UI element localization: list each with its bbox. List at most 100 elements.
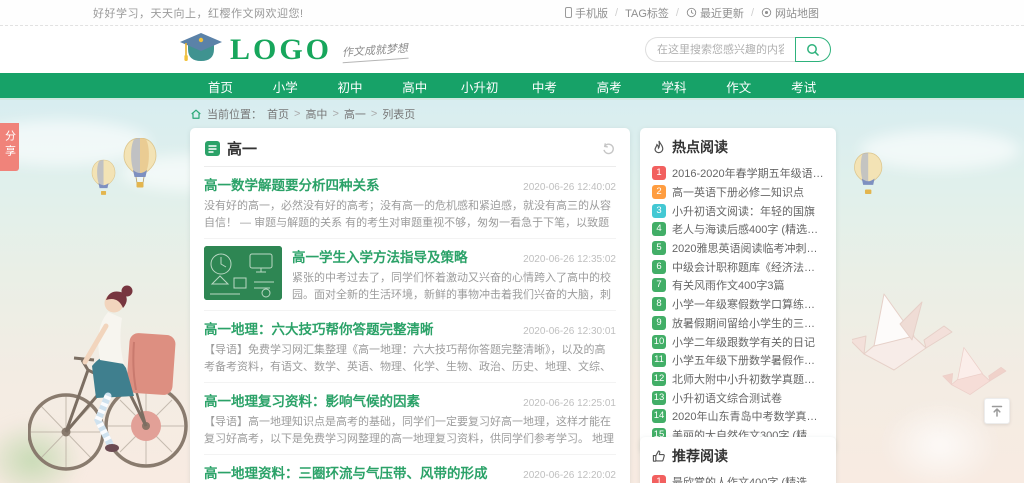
chalkboard-doodle	[204, 246, 282, 300]
breadcrumb-label: 当前位置：	[207, 106, 262, 122]
article-title[interactable]: 高一地理：六大技巧帮你答题完整清晰	[204, 318, 434, 338]
article-title[interactable]: 高一数学解题要分析四种关系	[204, 174, 380, 194]
hot-item[interactable]: 4老人与海读后感400字 (精选3篇)	[652, 220, 824, 239]
rank-badge: 2	[652, 185, 666, 199]
topbar-links: 手机版 / TAG标签 / 最近更新 / 网站地图	[565, 5, 819, 21]
hot-item-text: 放暑假期间留给小学生的三年级英语作文范文	[672, 315, 824, 331]
welcome-text: 好好学习，天天向上，红樱作文网欢迎您!	[93, 5, 304, 21]
recommend-reading-header: 推荐阅读	[652, 446, 824, 466]
hot-item-text: 小学一年级寒假数学口算练习题三篇	[672, 296, 824, 312]
hot-item[interactable]: 2 高一英语下册必修二知识点	[652, 183, 824, 202]
nav-item-gaokao[interactable]: 高考	[577, 73, 642, 100]
nav-item-xiaoshengchu[interactable]: 小升初	[447, 73, 512, 100]
back-to-top-button[interactable]	[984, 398, 1010, 424]
hot-item[interactable]: 3小升初语文阅读：年轻的国旗	[652, 201, 824, 220]
article-excerpt: 【导语】高一地理知识点是高考的基础，同学们一定要复习好高一地理，这样才能在复习好…	[204, 414, 616, 448]
breadcrumb-separator: >	[332, 108, 338, 120]
hot-item-text: 小升初语文综合测试卷	[672, 390, 782, 406]
article-title[interactable]: 高一地理复习资料：影响气候的因素	[204, 390, 420, 410]
breadcrumb-link-grade[interactable]: 高一	[344, 106, 366, 122]
rank-badge: 11	[652, 353, 666, 367]
hot-reading-card: 热点阅读 12016-2020年春学期五年级语文下期末模拟 2 高一英语下册必修二…	[640, 128, 836, 453]
balloons-illustration	[88, 138, 168, 208]
hot-item[interactable]: 12016-2020年春学期五年级语文下期末模拟	[652, 164, 824, 183]
nav-item-home[interactable]: 首页	[188, 73, 253, 100]
breadcrumb-link-home[interactable]: 首页	[267, 106, 289, 122]
hot-reading-title: 热点阅读	[672, 137, 728, 157]
hot-reading-header: 热点阅读	[652, 137, 824, 157]
refresh-button[interactable]	[601, 141, 616, 156]
article-item: 高一地理资料：三圈环流与气压带、风带的形成 2020-06-26 12:20:0…	[204, 455, 616, 483]
rank-badge: 13	[652, 391, 666, 405]
nav-item-primary-school[interactable]: 小学	[253, 73, 318, 100]
page: 好好学习，天天向上，红樱作文网欢迎您! 手机版 / TAG标签 / 最近更新 /…	[0, 0, 1024, 483]
hot-item-text: 小学五年级下册数学暑假作业答案【20-61	[672, 352, 824, 368]
article-item: 高一地理：六大技巧帮你答题完整清晰 2020-06-26 12:30:01 【导…	[204, 311, 616, 383]
breadcrumb-separator: >	[371, 108, 377, 120]
separator: /	[751, 7, 754, 19]
article-date: 2020-06-26 12:35:02	[523, 254, 616, 265]
topbar-link-mobile[interactable]: 手机版	[565, 5, 608, 21]
breadcrumb-link-senior-high[interactable]: 高中	[305, 106, 327, 122]
separator: /	[676, 7, 679, 19]
search-bar	[645, 37, 831, 62]
share-tab[interactable]: 分享	[0, 123, 19, 171]
site-logo[interactable]: LOGO	[178, 31, 332, 69]
rank-badge: 6	[652, 260, 666, 274]
glow	[880, 400, 1000, 483]
nav-item-zhongkao[interactable]: 中考	[512, 73, 577, 100]
home-icon	[190, 108, 202, 120]
hot-item[interactable]: 9放暑假期间留给小学生的三年级英语作文范文	[652, 314, 824, 333]
article-excerpt: 没有好的高一，必然没有好的高考；没有高一的危机感和紧迫感，就没有高三的从容自信！…	[204, 198, 616, 232]
hot-item[interactable]: 12北师大附中小升初数学真题汇编	[652, 370, 824, 389]
recommend-item[interactable]: 1最欣赏的人作文400字 (精选3篇)	[652, 473, 824, 483]
hot-item-text: 小升初语文阅读：年轻的国旗	[672, 203, 815, 219]
recommend-reading-card: 推荐阅读 1最欣赏的人作文400字 (精选3篇) 2关于感恩的中考满分作文600…	[640, 437, 836, 483]
nav-item-senior-high[interactable]: 高中	[382, 73, 447, 100]
graduation-cap-icon	[178, 31, 224, 69]
article-excerpt: 紧张的中考过去了，同学们怀着激动又兴奋的心情跨入了高中的校园。面对全新的生活环境…	[292, 270, 616, 304]
nav-item-junior-high[interactable]: 初中	[318, 73, 383, 100]
article-title[interactable]: 高一地理资料：三圈环流与气压带、风带的形成	[204, 462, 488, 482]
rank-badge: 10	[652, 335, 666, 349]
hot-item[interactable]: 142020年山东青岛中考数学真题 (已公布)	[652, 407, 824, 426]
hot-item-text: 2020年山东青岛中考数学真题 (已公布)	[672, 408, 824, 424]
topbar-link-label: TAG标签	[625, 5, 669, 21]
article-item: 高一数学解题要分析四种关系 2020-06-26 12:40:02 没有好的高一…	[204, 167, 616, 239]
hot-item[interactable]: 10小学二年级跟数学有关的日记	[652, 332, 824, 351]
hot-item-text: 2016-2020年春学期五年级语文下期末模拟	[672, 165, 824, 181]
arrow-to-top-icon	[990, 404, 1004, 418]
hot-item-text: 老人与海读后感400字 (精选3篇)	[672, 221, 824, 237]
hot-item[interactable]: 7有关风雨作文400字3篇	[652, 276, 824, 295]
rank-badge: 5	[652, 241, 666, 255]
topbar-link-recent[interactable]: 最近更新	[686, 5, 744, 21]
recommend-item-text: 最欣赏的人作文400字 (精选3篇)	[672, 474, 824, 483]
topbar-link-label: 手机版	[575, 5, 608, 21]
hot-item[interactable]: 13 小升初语文综合测试卷	[652, 388, 824, 407]
hot-item[interactable]: 8 小学一年级寒假数学口算练习题三篇	[652, 295, 824, 314]
topbar-link-tags[interactable]: TAG标签	[625, 5, 669, 21]
search-button[interactable]	[795, 37, 831, 62]
hot-item[interactable]: 6中级会计职称题库《经济法》检测题	[652, 257, 824, 276]
hot-item-text: 高一英语下册必修二知识点	[672, 184, 804, 200]
nav-item-exams[interactable]: 考试	[771, 73, 836, 100]
search-icon	[806, 43, 820, 57]
topbar: 好好学习，天天向上，红樱作文网欢迎您! 手机版 / TAG标签 / 最近更新 /…	[0, 0, 1024, 26]
rank-badge: 8	[652, 297, 666, 311]
phone-icon	[565, 7, 572, 18]
paper-cranes-illustration	[852, 282, 1017, 407]
article-title[interactable]: 高一学生入学方法指导及策略	[292, 246, 468, 266]
hot-item[interactable]: 52020雅思英语阅读临考冲刺试题附答案	[652, 239, 824, 258]
hot-item[interactable]: 11 小学五年级下册数学暑假作业答案【20-61	[652, 351, 824, 370]
article-thumbnail[interactable]	[204, 246, 282, 300]
location-icon	[761, 7, 772, 18]
balloon-right-illustration	[852, 152, 886, 202]
topbar-link-sitemap[interactable]: 网站地图	[761, 5, 819, 21]
article-date: 2020-06-26 12:40:02	[523, 182, 616, 193]
nav-item-subjects[interactable]: 学科	[642, 73, 707, 100]
article-date: 2020-06-26 12:20:02	[523, 470, 616, 481]
girl-on-bicycle-illustration	[28, 218, 198, 480]
topbar-link-label: 最近更新	[700, 5, 744, 21]
search-input[interactable]	[645, 37, 795, 62]
nav-item-composition[interactable]: 作文	[706, 73, 771, 100]
